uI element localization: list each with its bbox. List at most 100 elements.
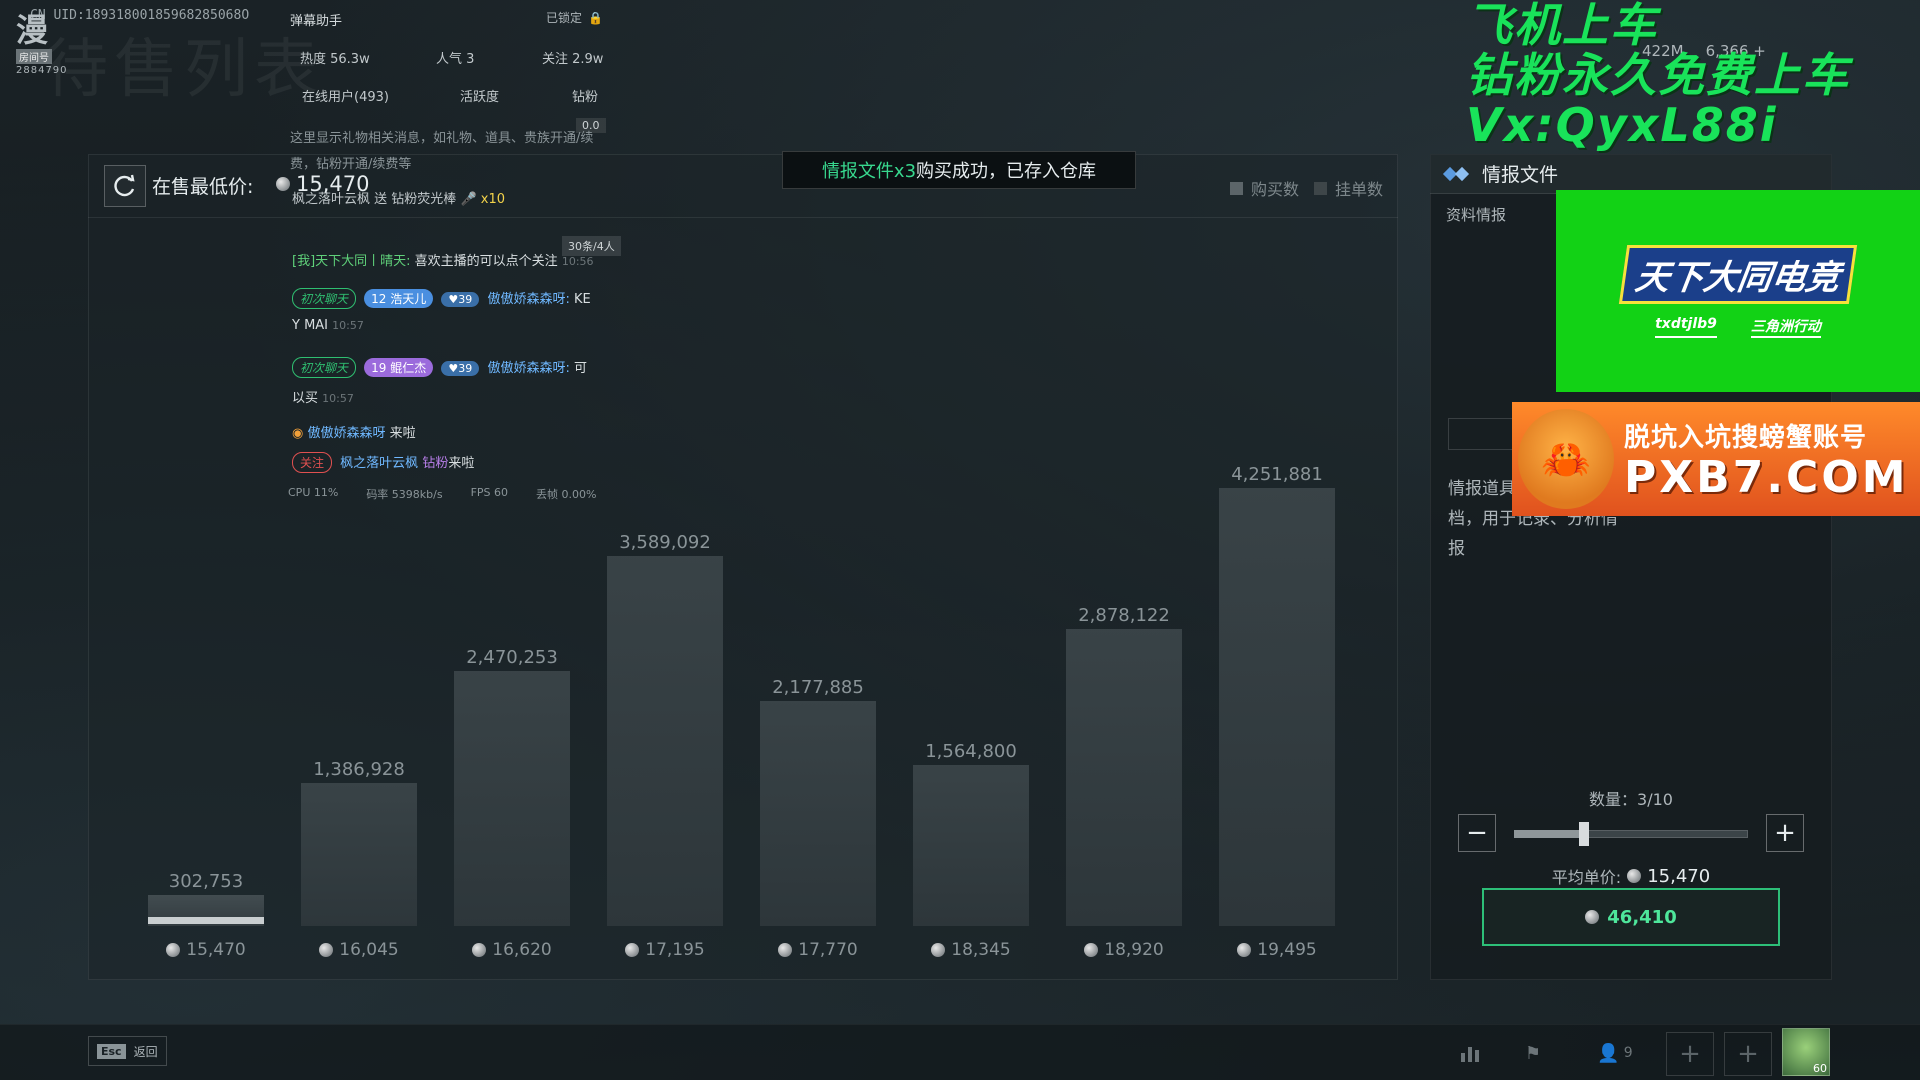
chat-user-name[interactable]: 枫之落叶云枫	[340, 456, 418, 471]
stats-icon[interactable]	[1454, 1038, 1488, 1068]
level-number: 12	[371, 292, 387, 306]
chat-text: 以买	[292, 391, 319, 406]
team-banner: 天下大同电竞 txdtjlb9 三角洲行动	[1556, 190, 1920, 392]
coin-icon	[1585, 910, 1600, 924]
toast-highlight: 情报文件x3	[821, 161, 917, 182]
item-tag-box	[1448, 418, 1518, 450]
chat-user-name[interactable]: 傲傲娇森森呀	[307, 426, 385, 441]
chat-lock-status[interactable]: 已锁定 🔒	[546, 9, 603, 26]
chart-value-label: 2,878,122	[1078, 605, 1170, 626]
squad-button[interactable]: 👤 9	[1590, 1038, 1640, 1068]
refresh-button[interactable]	[104, 165, 146, 207]
chat-text: 来啦	[448, 456, 475, 471]
chart-bar[interactable]	[301, 783, 417, 926]
chart-value-label: 4,251,881	[1231, 464, 1323, 485]
coin-icon	[1627, 869, 1642, 883]
fan-level: 39	[458, 293, 473, 306]
chart-bar[interactable]	[454, 671, 570, 926]
fan-badge: ♥39	[441, 292, 480, 307]
team-banner-left: txdtjlb9	[1655, 316, 1717, 338]
gift-text: 送 钻粉荧光棒	[374, 192, 457, 207]
chart-x-label: 16,620	[442, 940, 582, 960]
people-count: 9	[1623, 1045, 1633, 1061]
chat-line: 初次聊天 19 鲲仁杰 ♥39 傲傲娇森森呀: 可	[292, 357, 587, 378]
level-name: 鲲仁杰	[390, 361, 427, 375]
fps-stat: FPS 60	[470, 486, 509, 499]
streamer-logo: 漫 房间号 2884790	[16, 14, 76, 76]
chart-bar[interactable]	[1066, 629, 1182, 926]
chat-line-cont: 以买 10:57	[292, 387, 354, 406]
chart-x-label: 19,495	[1207, 940, 1347, 960]
first-chat-badge: 初次聊天	[292, 288, 357, 309]
chart-value-label: 2,177,885	[772, 677, 864, 698]
user-icon: ◉	[292, 426, 304, 441]
chart-bar[interactable]	[607, 556, 723, 926]
legend-list-label: 挂单数	[1335, 180, 1384, 199]
coin-icon	[1084, 943, 1099, 957]
chart-x-label-text: 17,195	[645, 940, 705, 960]
chat-follow: 关注 2.9w	[542, 52, 604, 67]
buy-button[interactable]: 46,410	[1482, 888, 1780, 946]
add-slot-button[interactable]: +	[1724, 1032, 1772, 1076]
buy-total: 46,410	[1607, 906, 1677, 928]
lowest-price-label: 在售最低价:	[152, 176, 254, 198]
avatar-level: 60	[1813, 1062, 1827, 1075]
diamond-icon	[1442, 166, 1470, 181]
price-chart: 302,753 15,470 1,386,928 16,045 2,470,253 16,…	[88, 220, 1398, 980]
chat-user-name[interactable]: 傲傲娇森森呀:	[487, 292, 569, 307]
chart-x-label: 18,345	[901, 940, 1041, 960]
gift-notice: 这里显示礼物相关消息，如礼物、道具、贵族开通/续费，钻粉开通/续费等	[290, 131, 594, 172]
back-button[interactable]: Esc 返回	[88, 1036, 167, 1066]
chart-value-label: 2,470,253	[466, 647, 558, 668]
people-icon: 👤	[1597, 1042, 1620, 1064]
room-number: 2884790	[16, 65, 68, 76]
coin-icon	[625, 943, 640, 957]
level-number: 19	[371, 361, 387, 375]
promo-line1: 飞机上车	[1466, 0, 1658, 52]
chart-bar-selected-indicator	[148, 917, 264, 924]
logo-tag: 房间号	[16, 49, 52, 64]
chat-user-name[interactable]: 傲傲娇森森呀:	[487, 361, 569, 376]
flag-icon[interactable]: ⚑	[1516, 1038, 1550, 1068]
back-label: 返回	[133, 1044, 158, 1059]
tab-online-users[interactable]: 在线用户(493)	[302, 86, 389, 105]
chat-line: [我]天下大同丨晴天: 喜欢主播的可以点个关注 10:56	[292, 250, 594, 269]
quantity-label: 数量：3/10	[1589, 790, 1673, 809]
increase-button[interactable]: +	[1766, 814, 1804, 852]
chart-bar[interactable]	[760, 701, 876, 926]
fan-badge: ♥39	[441, 361, 480, 376]
chart-bar[interactable]	[1219, 488, 1335, 926]
chart-bar[interactable]	[913, 765, 1029, 926]
glowstick-icon: 🎤	[460, 192, 477, 207]
average-price: 平均单价: 15,470	[1430, 864, 1832, 888]
chat-time: 10:56	[561, 255, 594, 268]
coin-icon	[319, 943, 334, 957]
decrease-button[interactable]: −	[1458, 814, 1496, 852]
chat-time: 10:57	[322, 392, 354, 405]
chart-x-label-text: 16,620	[492, 940, 552, 960]
item-panel-title: 情报文件	[1430, 154, 1832, 194]
purchase-toast: 情报文件x3 购买成功，已存入仓库	[782, 151, 1136, 189]
chart-x-label: 18,920	[1054, 940, 1194, 960]
item-title: 情报文件	[1482, 164, 1559, 186]
add-slot-button[interactable]: +	[1666, 1032, 1714, 1076]
chat-enter-line: 关注 枫之落叶云枫 钻粉来啦	[292, 452, 474, 473]
team-banner-title: 天下大同电竞	[1618, 244, 1858, 304]
chat-time: 10:57	[332, 319, 364, 332]
avatar[interactable]: 60	[1782, 1028, 1830, 1076]
coin-icon	[166, 943, 181, 957]
cpu-stat: CPU 11%	[288, 486, 339, 499]
tab-fans[interactable]: 钻粉	[572, 86, 598, 105]
legend-buy: 购买数	[1230, 176, 1299, 200]
ad-line1: 脱坑入坑搜螃蟹账号	[1624, 422, 1868, 453]
legend-buy-swatch	[1230, 181, 1243, 195]
chat-text: 来啦	[389, 426, 416, 441]
chart-x-label-text: 18,345	[951, 940, 1011, 960]
average-price-label: 平均单价:	[1551, 868, 1622, 887]
quantity-slider-thumb[interactable]	[1579, 822, 1589, 846]
toast-text: 购买成功，已存入仓库	[916, 161, 1097, 182]
follow-badge: 关注	[292, 452, 333, 473]
coin-icon	[276, 177, 290, 191]
chart-x-label: 17,195	[595, 940, 735, 960]
tab-activity[interactable]: 活跃度	[460, 86, 499, 105]
